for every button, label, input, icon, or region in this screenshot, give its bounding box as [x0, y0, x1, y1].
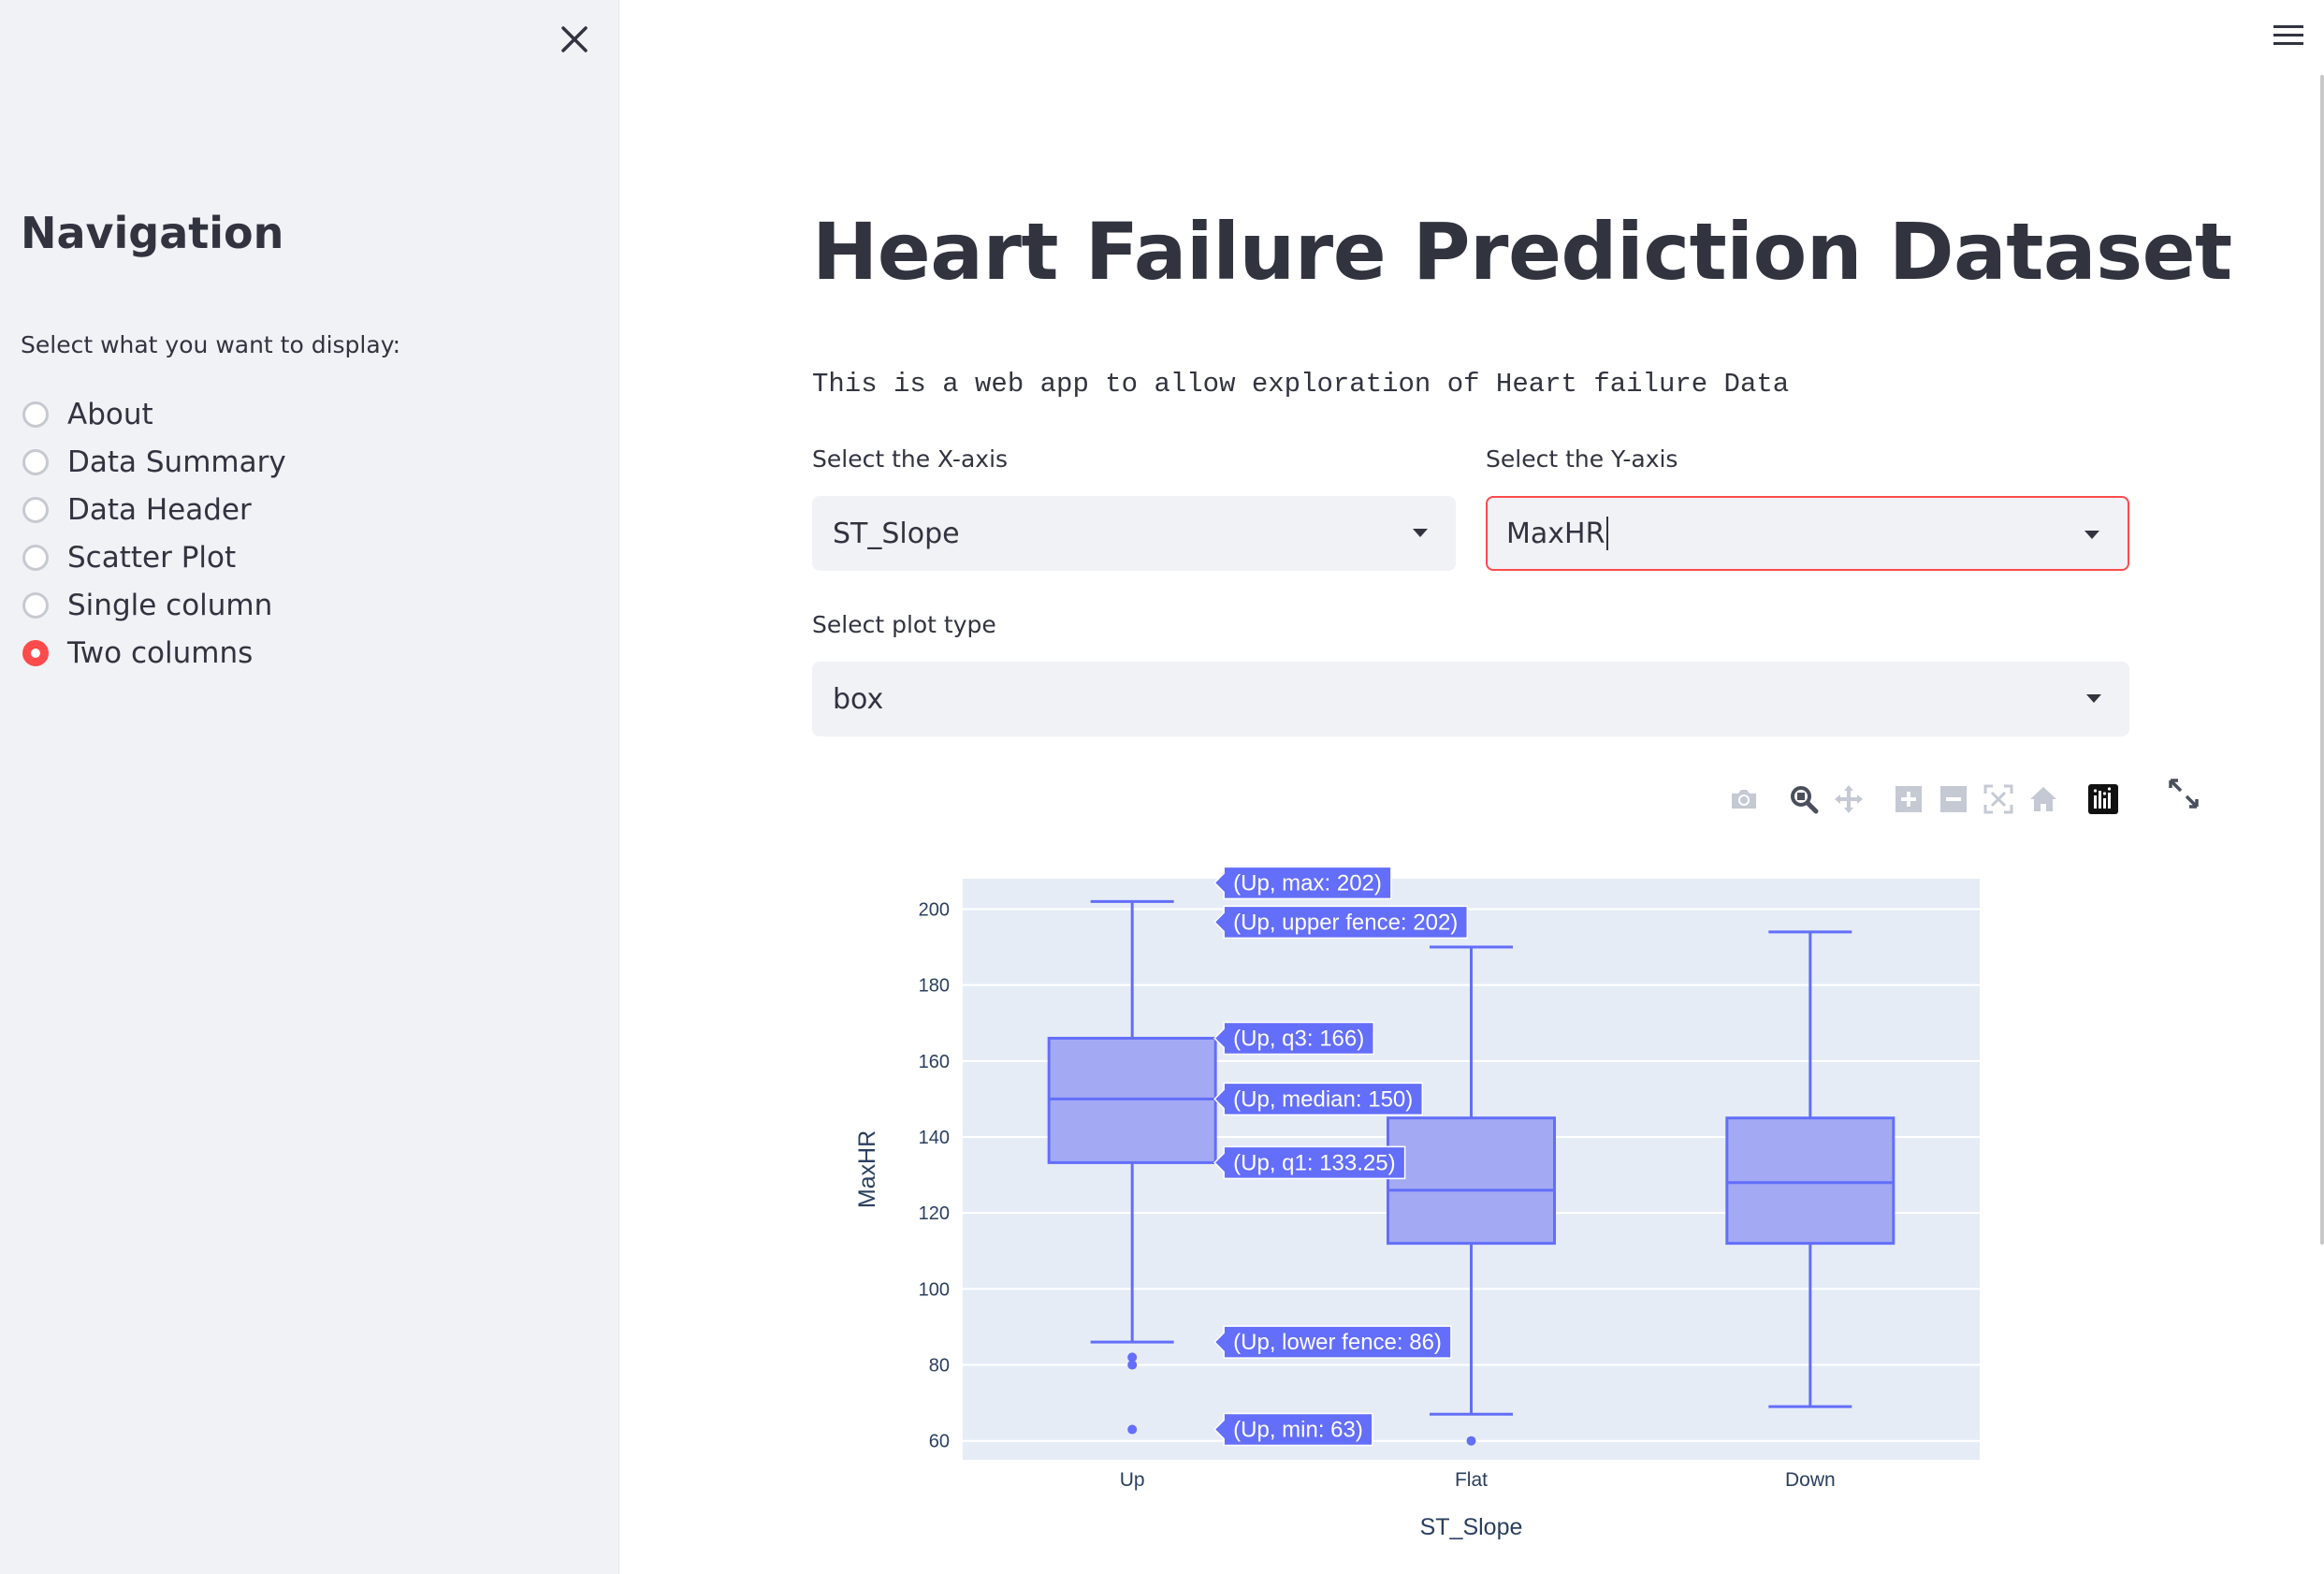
radio-option-label: Single column: [67, 588, 273, 622]
radio-option-label: About: [67, 397, 153, 431]
box: [1725, 1116, 1896, 1246]
hover-label-text: (Up, median: 150): [1233, 1086, 1413, 1112]
camera-icon[interactable]: [1727, 782, 1761, 816]
plot-type-select-value: box: [833, 682, 884, 716]
y-axis-select-label: Select the Y-axis: [1486, 445, 1678, 473]
zoom-in-icon[interactable]: [1892, 782, 1925, 816]
page-description: This is a web app to allow exploration o…: [812, 369, 1790, 400]
radio-option-about[interactable]: About: [22, 390, 286, 438]
y-tick-label: 160: [919, 1052, 950, 1072]
pan-icon[interactable]: [1832, 782, 1866, 816]
chevron-down-icon: [1413, 529, 1428, 537]
plotly-logo-icon[interactable]: [2086, 782, 2120, 816]
radio-button-icon[interactable]: [22, 448, 49, 475]
chevron-down-icon: [2084, 531, 2099, 539]
y-tick-label: 60: [929, 1432, 950, 1452]
radio-button-icon[interactable]: [22, 496, 49, 523]
zoom-icon[interactable]: [1787, 782, 1821, 816]
radio-button-selected-icon[interactable]: [22, 639, 49, 666]
hover-label-text: (Up, upper fence: 202): [1233, 910, 1458, 935]
hover-label-text: (Up, max: 202): [1233, 870, 1382, 896]
sidebar: Navigation Select what you want to displ…: [0, 0, 619, 1574]
x-axis-select-label: Select the X-axis: [812, 445, 1009, 473]
hover-label: (Up, median: 150): [1213, 1082, 1424, 1116]
radio-option-label: Data Summary: [67, 445, 286, 479]
radio-option-scatter-plot[interactable]: Scatter Plot: [22, 533, 286, 581]
y-tick-label: 180: [919, 976, 950, 997]
hamburger-menu-icon[interactable]: [2272, 21, 2305, 51]
autoscale-icon[interactable]: [1982, 782, 2015, 816]
plot-type-select-label: Select plot type: [812, 611, 996, 638]
y-tick-label: 200: [919, 899, 950, 920]
plot-type-select[interactable]: box: [812, 662, 2129, 736]
x-tick-label: Up: [1120, 1469, 1145, 1491]
box-plot-chart[interactable]: 60 80 100 120 140 160 180 200 ST_Slope MaxHR Up Fla…: [805, 842, 1983, 1553]
y-tick-label: 100: [919, 1279, 950, 1300]
fullscreen-icon[interactable]: [2167, 777, 2201, 810]
x-tick-label: Down: [1785, 1469, 1836, 1491]
radio-button-icon[interactable]: [22, 401, 49, 428]
y-tick-label: 120: [919, 1203, 950, 1224]
close-icon[interactable]: [556, 21, 593, 58]
hover-label: (Up, max: 202): [1213, 866, 1392, 900]
hover-label: (Up, q1: 133.25): [1213, 1145, 1406, 1180]
radio-option-label: Data Header: [67, 492, 252, 527]
y-axis-select-value: MaxHR: [1506, 517, 1605, 550]
radio-option-label: Scatter Plot: [67, 540, 237, 575]
x-axis-select-value: ST_Slope: [833, 517, 960, 550]
page-title: Heart Failure Prediction Dataset: [812, 206, 2232, 298]
radio-button-icon[interactable]: [22, 591, 49, 619]
outlier-point: [1127, 1360, 1138, 1370]
y-tick-label: 80: [929, 1356, 950, 1377]
radio-button-icon[interactable]: [22, 544, 49, 571]
box: [1047, 1036, 1217, 1164]
x-tick-label: Flat: [1455, 1469, 1488, 1491]
x-axis-select[interactable]: ST_Slope: [812, 496, 1456, 571]
reset-axes-icon[interactable]: [2026, 782, 2060, 816]
hover-label-text: (Up, q3: 166): [1233, 1026, 1364, 1051]
y-axis-select[interactable]: MaxHR: [1486, 496, 2129, 571]
radio-option-data-summary[interactable]: Data Summary: [22, 438, 286, 486]
x-axis-title: ST_Slope: [1420, 1514, 1523, 1540]
hover-label-text: (Up, q1: 133.25): [1233, 1150, 1395, 1175]
hover-label: (Up, upper fence: 202): [1213, 905, 1469, 940]
radio-option-single-column[interactable]: Single column: [22, 581, 286, 629]
hover-label-text: (Up, lower fence: 86): [1233, 1330, 1442, 1355]
hover-label: (Up, q3: 166): [1213, 1021, 1374, 1056]
scrollbar[interactable]: [2320, 75, 2324, 1245]
box: [1387, 1116, 1556, 1246]
y-tick-label: 140: [919, 1128, 950, 1148]
zoom-out-icon[interactable]: [1937, 782, 1970, 816]
radio-option-two-columns[interactable]: Two columns: [22, 629, 286, 677]
radio-option-label: Two columns: [67, 635, 254, 670]
chevron-down-icon: [2086, 694, 2101, 703]
radio-group-label: Select what you want to display:: [21, 331, 401, 358]
text-cursor: [1606, 517, 1609, 550]
radio-option-data-header[interactable]: Data Header: [22, 486, 286, 533]
display-radio-group: About Data Summary Data Header Scatter P…: [22, 390, 286, 677]
outlier-point: [1466, 1436, 1476, 1446]
hover-label: (Up, lower fence: 86): [1213, 1325, 1452, 1359]
hover-label: (Up, min: 63): [1213, 1412, 1373, 1447]
outlier-point: [1127, 1424, 1138, 1435]
hover-label-text: (Up, min: 63): [1233, 1418, 1363, 1443]
y-axis-title: MaxHR: [854, 1130, 880, 1208]
sidebar-title: Navigation: [21, 208, 284, 258]
